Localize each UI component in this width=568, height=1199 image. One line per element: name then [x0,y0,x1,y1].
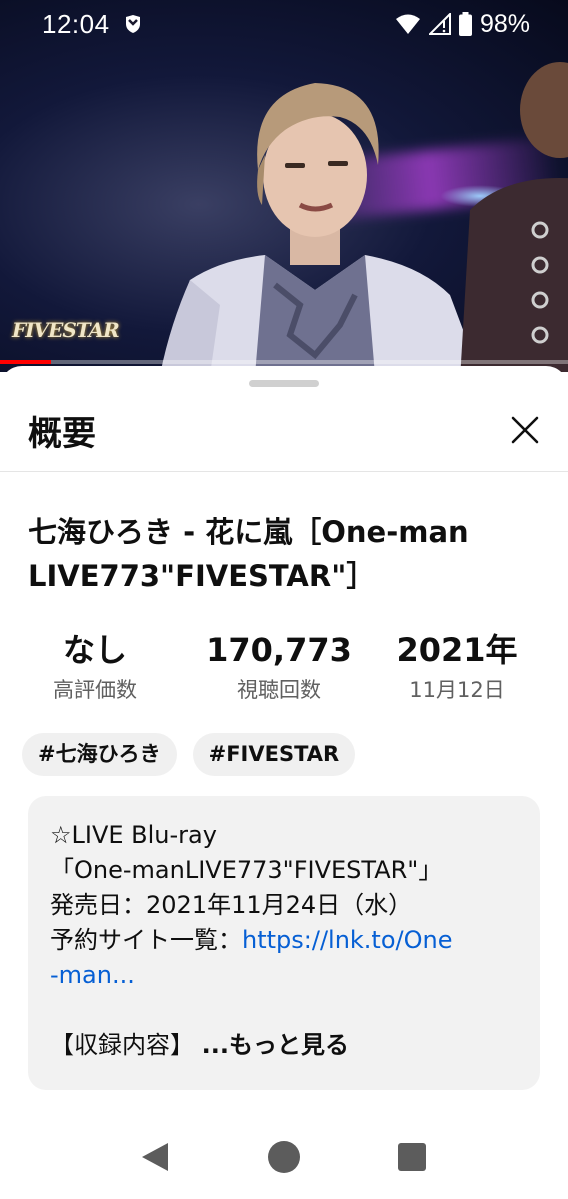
system-nav-bar [0,1118,568,1199]
stat-likes-value: なし [62,631,127,669]
status-bar: 12:04 98% [0,0,568,48]
performer-image [160,83,479,372]
hashtag-list: #七海ひろき #FIVESTAR [22,733,356,776]
preorder-link[interactable]: https://lnk.to/One [242,926,452,954]
video-title-line-1: 七海ひろき - 花に嵐［One-man [28,515,469,549]
description-line: -man... [50,958,520,993]
video-progress-bar[interactable] [0,360,568,364]
stat-date-year: 2021年 [396,631,518,669]
status-time: 12:04 [42,8,110,39]
description-text: 【収録内容】 [50,1031,194,1059]
description-line: ☆LIVE Blu-ray [50,821,217,849]
description-line: 【収録内容】 ...もっと見る [50,1028,520,1063]
description-sheet: 概要 七海ひろき - 花に嵐［One-man LIVE773"FIVESTAR"… [0,366,568,1199]
stat-date: 2021年 11月12日 [362,628,552,706]
battery-icon [458,12,472,36]
video-progress-fill [0,360,52,364]
home-icon[interactable] [268,1141,300,1173]
video-title-line-2: LIVE773"FIVESTAR"］ [28,559,376,593]
stat-views: 170,773 視聴回数 [184,628,374,706]
second-performer-image [460,62,568,372]
battery-percent: 98% [479,9,530,38]
stat-date-day: 11月12日 [409,678,505,702]
video-stats: なし 高評価数 170,773 視聴回数 2021年 11月12日 [0,628,568,718]
stat-views-label: 視聴回数 [237,678,321,702]
hashtag-chip[interactable]: #FIVESTAR [192,733,356,776]
description-line: 予約サイト一覧：https://lnk.to/One [50,923,520,958]
description-blank-line [50,993,520,1028]
show-more-button[interactable]: ...もっと見る [202,1031,349,1059]
stat-views-value: 170,773 [206,631,352,669]
video-player[interactable]: FIVESTAR 12:04 98% [0,0,568,372]
recents-icon[interactable] [398,1143,426,1171]
back-icon[interactable] [140,1141,170,1173]
wifi-icon [395,14,420,34]
fivestar-logo: FIVESTAR [12,318,120,342]
description-line: 「One-manLIVE773"FIVESTAR"」 [50,856,443,884]
preorder-link-continued[interactable]: -man... [50,961,135,989]
sheet-title: 概要 [28,414,96,454]
close-icon[interactable] [505,410,545,450]
signal-icon [428,13,451,35]
description-text: 予約サイト一覧： [50,926,242,954]
drag-handle[interactable] [249,380,319,387]
description-card[interactable]: ☆LIVE Blu-ray 「One-manLIVE773"FIVESTAR"」… [28,796,540,1090]
stat-likes: なし 高評価数 [0,628,190,706]
video-title: 七海ひろき - 花に嵐［One-man LIVE773"FIVESTAR"］ [28,510,548,598]
sheet-header: 概要 [0,396,568,472]
stat-likes-label: 高評価数 [53,678,137,702]
description-line: 発売日：2021年11月24日（水） [50,891,413,919]
hashtag-chip[interactable]: #七海ひろき [22,733,177,776]
notification-shield-icon [125,15,140,33]
